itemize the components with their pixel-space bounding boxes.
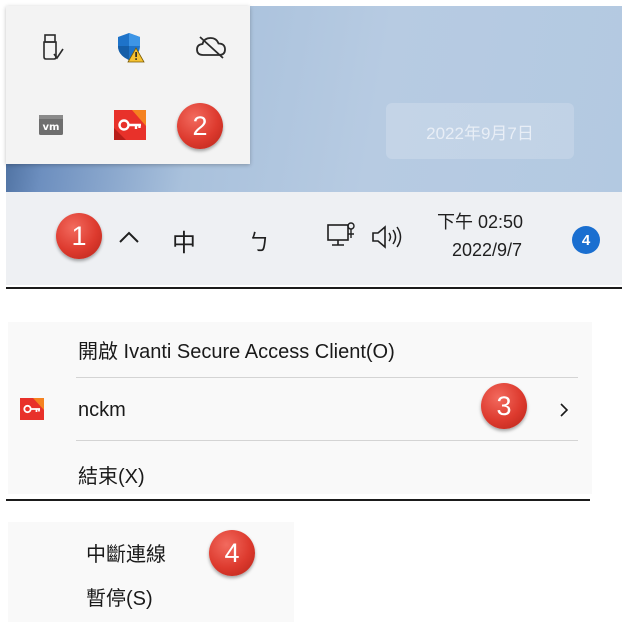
panel-divider <box>6 287 622 289</box>
volume-icon[interactable] <box>370 224 404 255</box>
step-marker-4: 4 <box>209 530 255 576</box>
nckm-submenu: 中斷連線 暫停(S) <box>8 522 294 622</box>
menu-item-nckm[interactable]: nckm <box>78 399 126 422</box>
step-marker-3: 3 <box>481 383 527 429</box>
onedrive-offline-icon[interactable] <box>194 30 228 64</box>
notification-count-badge[interactable]: 4 <box>572 226 600 254</box>
clock-date[interactable]: 2022/9/7 <box>452 240 522 261</box>
show-hidden-icons-chevron[interactable] <box>116 223 142 254</box>
ivanti-key-icon[interactable] <box>113 108 147 142</box>
network-icon[interactable] <box>326 220 358 257</box>
chevron-right-icon <box>558 401 570 424</box>
date-tooltip: 2022年9月7日 <box>386 103 574 159</box>
step-marker-2: 2 <box>177 103 223 149</box>
nckm-connection-icon <box>20 398 44 425</box>
menu-item-exit[interactable]: 結束(X) <box>78 460 145 489</box>
menu-separator <box>76 440 578 441</box>
ime-mode-indicator[interactable]: 中 <box>172 223 196 258</box>
clock-time[interactable]: 下午 02:50 <box>437 208 523 234</box>
panel-divider <box>6 499 590 501</box>
menu-item-open-client[interactable]: 開啟 Ivanti Secure Access Client(O) <box>78 335 395 364</box>
menu-separator <box>76 377 578 378</box>
windows-security-warning-icon[interactable] <box>113 30 147 64</box>
step-marker-1: 1 <box>56 213 102 259</box>
menu-item-disconnect[interactable]: 中斷連線 <box>86 538 166 567</box>
usb-eject-icon[interactable] <box>34 30 68 64</box>
svg-text:vm: vm <box>43 122 60 133</box>
ime-bopomofo-indicator[interactable]: ㄅ <box>248 225 270 257</box>
menu-item-pause[interactable]: 暫停(S) <box>86 582 153 611</box>
vmware-icon[interactable]: vm <box>34 108 68 142</box>
